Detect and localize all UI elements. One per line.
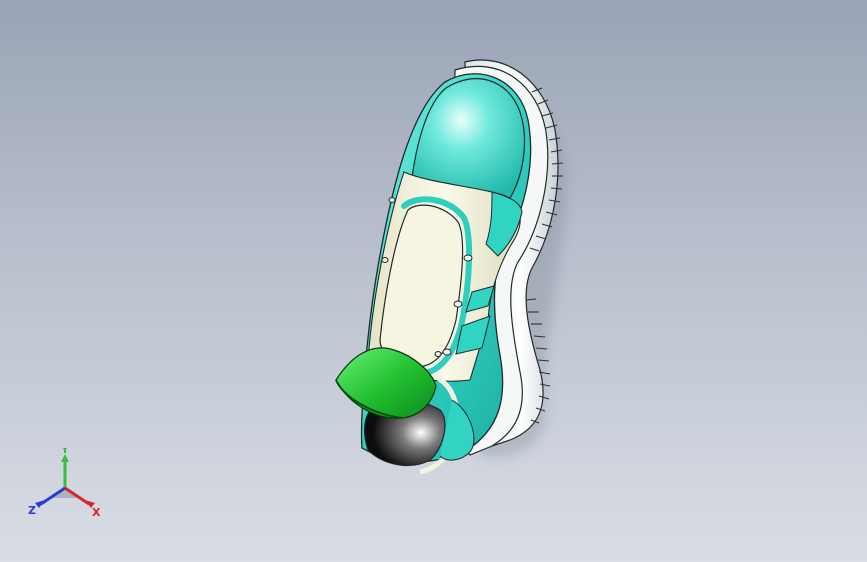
graphics-viewport[interactable]: Y X Z <box>0 0 867 562</box>
shoe-model[interactable] <box>0 0 867 562</box>
z-axis-label: Z <box>28 504 36 517</box>
y-axis-label: Y <box>60 448 70 456</box>
x-axis-label: X <box>92 506 101 519</box>
orientation-triad[interactable]: Y X Z <box>25 448 105 523</box>
